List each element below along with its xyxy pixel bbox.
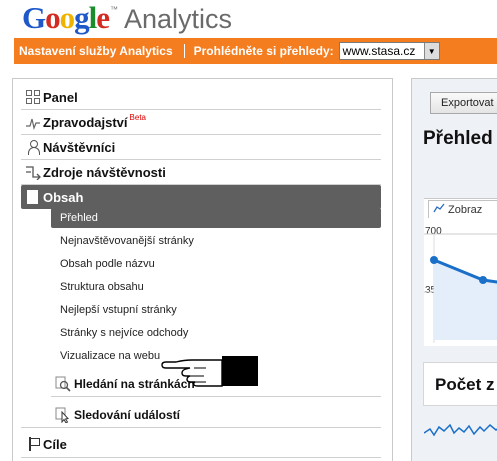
flag-icon bbox=[25, 436, 41, 452]
nav-label-traffic-sources: Zdroje návštěvnosti bbox=[43, 164, 166, 180]
view-reports-label: Prohlédněte si přehledy: bbox=[193, 44, 334, 58]
nav-subitem-top-content[interactable]: Nejnavštěvovanější stránky bbox=[51, 231, 381, 251]
chevron-down-icon[interactable]: ▼ bbox=[423, 43, 439, 59]
logo-google-text: Google bbox=[22, 0, 110, 35]
account-toolbar: Nastavení služby Analytics Prohlédněte s… bbox=[14, 38, 497, 64]
person-icon bbox=[25, 139, 41, 155]
visits-line-chart bbox=[424, 233, 497, 343]
nav-subitem-top-landing-pages[interactable]: Nejlepší vstupní stránky bbox=[51, 300, 381, 320]
nav-label-visitors: Návštěvníci bbox=[43, 139, 116, 155]
report-navigation: Panel Zpravodajství Beta Návštěvníci Zdr… bbox=[12, 78, 393, 461]
nav-item-goals[interactable]: Cíle bbox=[21, 432, 381, 456]
google-analytics-logo: Google ™ Analytics bbox=[22, 0, 233, 35]
nav-divider bbox=[21, 457, 381, 458]
nav-item-traffic-sources[interactable]: Zdroje návštěvnosti bbox=[21, 160, 381, 184]
nav-divider bbox=[51, 396, 381, 397]
export-button[interactable]: Exportovat bbox=[430, 92, 497, 114]
traffic-arrows-icon bbox=[25, 164, 41, 181]
nav-item-panel[interactable]: Panel bbox=[21, 85, 381, 109]
chart-tab-label: Zobraz bbox=[448, 203, 483, 216]
count-title: Počet z bbox=[435, 375, 495, 394]
nav-subitem-top-exit-pages[interactable]: Stránky s nejvíce odchody bbox=[51, 323, 381, 343]
nav-item-content[interactable]: Obsah bbox=[21, 185, 381, 209]
nav-item-reporting[interactable]: Zpravodajství Beta bbox=[21, 110, 381, 134]
magnifier-icon bbox=[55, 376, 71, 392]
nav-label-content: Obsah bbox=[43, 189, 84, 205]
site-select-value: www.stasa.cz bbox=[342, 44, 416, 58]
nav-label-goals: Cíle bbox=[43, 436, 67, 452]
logo-analytics-text: Analytics bbox=[124, 4, 233, 34]
cursor-click-icon bbox=[55, 407, 71, 424]
beta-badge: Beta bbox=[129, 112, 146, 122]
sparkline-chart bbox=[424, 423, 497, 437]
chart-view-tab[interactable]: Zobraz bbox=[428, 200, 497, 218]
nav-label-panel: Panel bbox=[43, 89, 78, 105]
nav-item-event-tracking[interactable]: Sledování událostí bbox=[51, 404, 381, 426]
pointing-hand-icon bbox=[160, 352, 260, 393]
pulse-chart-icon bbox=[25, 114, 41, 131]
page-icon bbox=[27, 190, 38, 204]
nav-label-event-tracking: Sledování událostí bbox=[74, 408, 181, 422]
site-profile-select[interactable]: www.stasa.cz ▼ bbox=[338, 42, 440, 60]
nav-subitem-content-by-title[interactable]: Obsah podle názvu bbox=[51, 254, 381, 274]
nav-label-reporting: Zpravodajství bbox=[43, 114, 128, 130]
analytics-settings-link[interactable]: Nastavení služby Analytics bbox=[19, 44, 173, 58]
line-chart-icon bbox=[433, 203, 445, 216]
nav-subitem-content-drilldown[interactable]: Struktura obsahu bbox=[51, 277, 381, 297]
nav-divider bbox=[21, 427, 381, 428]
nav-subitem-overview[interactable]: Přehled bbox=[51, 208, 381, 228]
toolbar-divider bbox=[183, 44, 185, 58]
nav-item-visitors[interactable]: Návštěvníci bbox=[21, 135, 381, 159]
page-title: Přehled bbox=[423, 128, 493, 149]
dashboard-grid-icon bbox=[25, 89, 41, 105]
